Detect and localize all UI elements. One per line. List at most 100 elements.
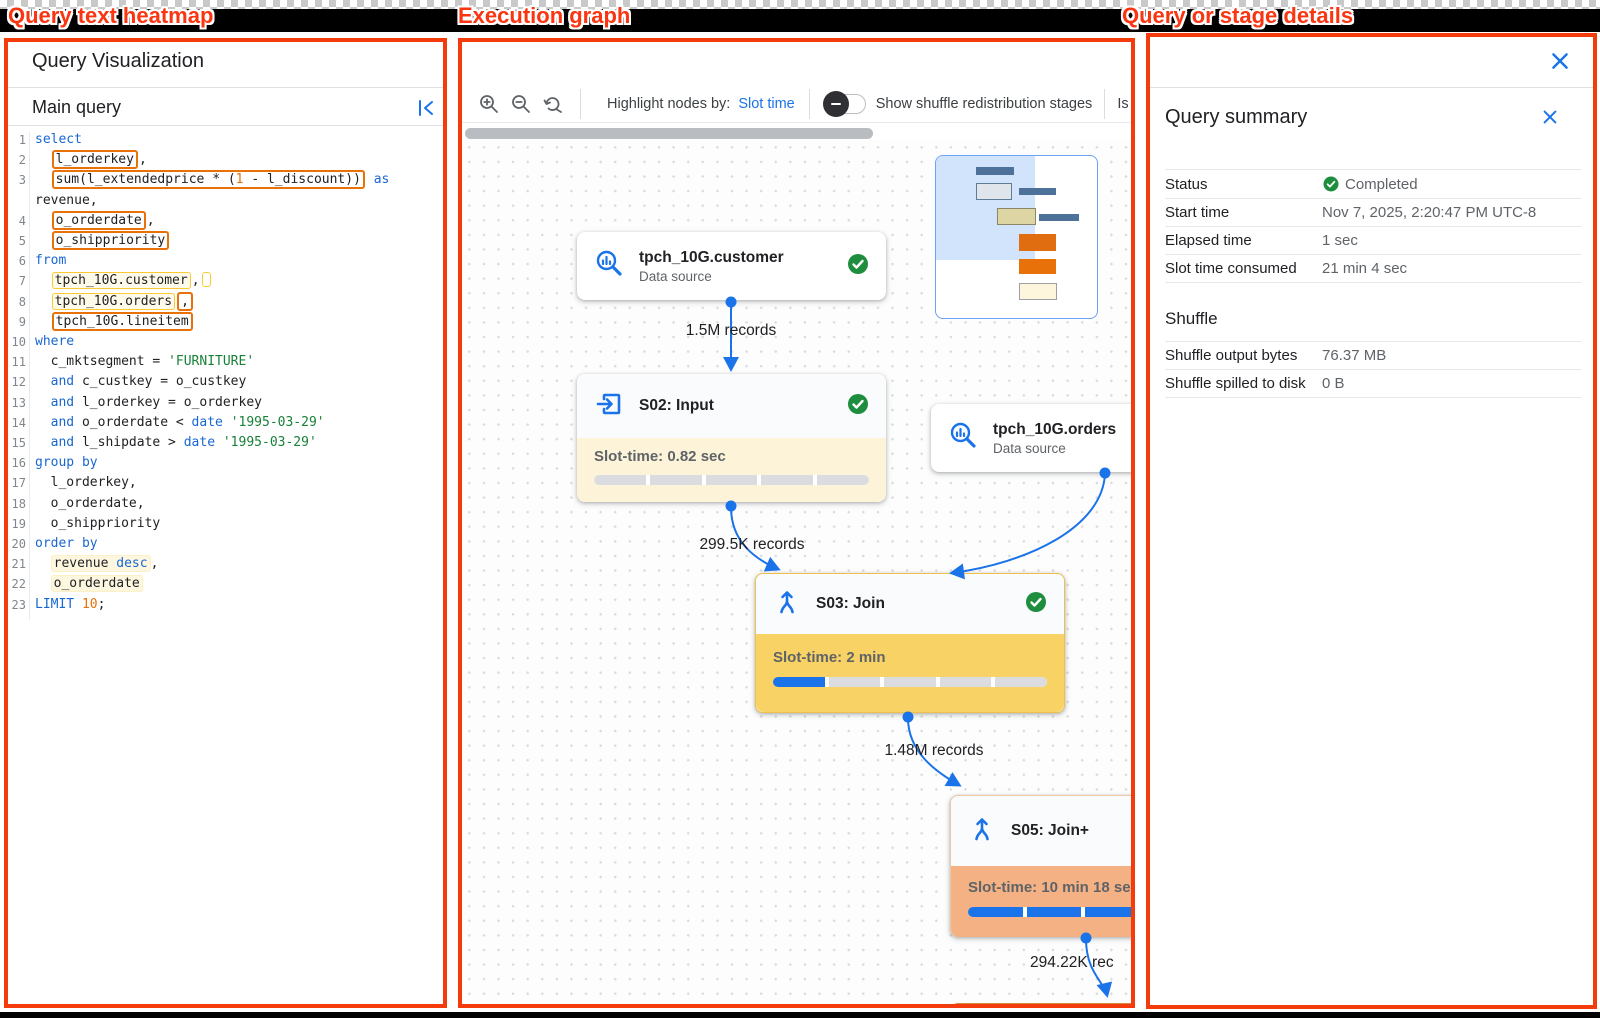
execution-graph-panel: Highlight nodes by: Slot time Show shuff… <box>458 38 1135 1008</box>
slot-time-text: Slot-time: 10 min 18 sec <box>968 879 1131 896</box>
annotation-label-execution-graph: Execution graph <box>458 3 630 29</box>
input-stage-icon <box>593 388 625 425</box>
node-tpch10g-customer[interactable]: tpch_10G.customer Data source <box>577 232 886 300</box>
divider <box>8 125 443 126</box>
summary-row: Start timeNov 7, 2025, 2:20:47 PM UTC-8 <box>1165 198 1581 226</box>
line-number: 11 <box>8 352 26 372</box>
data-source-icon <box>593 248 625 285</box>
execution-graph-canvas[interactable]: 1.5M records 299.5K records 1.48M record… <box>462 140 1131 1004</box>
row-label: Elapsed time <box>1165 232 1322 249</box>
code-line: 8 tpch_10G.orders, <box>8 292 443 312</box>
row-value: 21 min 4 sec <box>1322 260 1407 277</box>
gutter-divider <box>29 132 30 620</box>
annotation-label-query-text-heatmap: Query text heatmap <box>8 3 213 29</box>
row-label: Status <box>1165 176 1322 193</box>
highlight-mode-link[interactable]: Slot time <box>738 96 794 112</box>
zoom-reset-icon[interactable] <box>542 93 564 115</box>
code-line: 12 and c_custkey = o_custkey <box>8 372 443 392</box>
bottom-black-strip <box>0 1012 1600 1018</box>
horizontal-scrollbar[interactable] <box>465 128 873 139</box>
toolbar-divider <box>1104 89 1105 119</box>
line-number: 23 <box>8 595 26 615</box>
minimap-node <box>976 167 1014 175</box>
node-s03-join[interactable]: S03: Join Slot-time: 2 min <box>755 573 1065 713</box>
node-subtitle: Data source <box>639 269 784 284</box>
row-value: 76.37 MB <box>1322 347 1386 364</box>
code-line: 10where <box>8 332 443 352</box>
show-shuffle-label: Show shuffle redistribution stages <box>876 96 1093 112</box>
line-number: 7 <box>8 271 26 291</box>
row-label: Shuffle output bytes <box>1165 347 1322 364</box>
heatmap-warm-box: tpch_10G.customer <box>52 272 191 289</box>
line-number: 14 <box>8 413 26 433</box>
minimap-node <box>1019 283 1057 300</box>
code-line: 21 revenue desc, <box>8 554 443 574</box>
divider <box>8 87 443 88</box>
zoom-in-icon[interactable] <box>478 93 500 115</box>
heatmap-warm-box: tpch_10G.orders <box>52 293 175 310</box>
code-line: 19 o_shippriority <box>8 514 443 534</box>
line-number <box>8 191 26 211</box>
data-source-icon <box>947 420 979 457</box>
status-check-icon <box>846 252 870 281</box>
panel-title: Query Visualization <box>32 50 204 73</box>
line-number: 2 <box>8 150 26 170</box>
heatmap-hot-box: sum(l_extendedprice * (1 - l_discount)) <box>52 170 365 189</box>
node-subtitle: Data source <box>993 441 1116 456</box>
code-line: 3 sum(l_extendedprice * (1 - l_discount)… <box>8 170 443 190</box>
line-number: 8 <box>8 292 26 312</box>
line-number: 4 <box>8 211 26 231</box>
collapse-left-icon[interactable] <box>415 97 437 119</box>
node-s02-input[interactable]: S02: Input Slot-time: 0.82 sec <box>577 374 886 502</box>
edge-label-records: 299.5K records <box>682 536 822 554</box>
row-value: 1 sec <box>1322 232 1358 249</box>
line-number: 16 <box>8 453 26 473</box>
line-number: 17 <box>8 473 26 493</box>
edge-label-records: 1.5M records <box>661 322 801 340</box>
summary-row: StatusCompleted <box>1165 169 1581 198</box>
node-title: S05: Join+ <box>1011 822 1089 840</box>
node-s05-join[interactable]: S05: Join+ Slot-time: 10 min 18 sec <box>950 795 1131 937</box>
shuffle-table: Shuffle output bytes76.37 MBShuffle spil… <box>1165 341 1581 398</box>
minimap-node <box>1019 259 1056 274</box>
join-stage-icon <box>772 587 802 622</box>
details-header-row <box>1150 37 1593 88</box>
zoom-out-icon[interactable] <box>510 93 532 115</box>
heatmap-hot-box: o_shippriority <box>52 231 170 250</box>
slot-time-bar <box>594 475 869 485</box>
node-title: tpch_10G.customer <box>639 249 784 267</box>
close-icon[interactable] <box>1549 50 1571 72</box>
clipped-toolbar-text: Is th <box>1117 96 1135 112</box>
node-title: S02: Input <box>639 397 714 415</box>
line-number: 18 <box>8 494 26 514</box>
line-number: 5 <box>8 231 26 251</box>
row-label: Slot time consumed <box>1165 260 1322 277</box>
node-title: S03: Join <box>816 595 885 613</box>
node-next-stage-clipped[interactable] <box>950 1003 1131 1004</box>
node-tpch10g-orders[interactable]: tpch_10G.orders Data source <box>931 404 1131 472</box>
status-check-icon <box>1024 590 1048 619</box>
code-line: 6from <box>8 251 443 271</box>
code-line: 7 tpch_10G.customer, <box>8 271 443 291</box>
code-line: 13 and l_orderkey = o_orderkey <box>8 393 443 413</box>
code-line: 23LIMIT 10; <box>8 595 443 615</box>
code-line: 5 o_shippriority <box>8 231 443 251</box>
join-stage-icon <box>967 814 997 849</box>
close-icon[interactable] <box>1541 108 1559 126</box>
line-number: 12 <box>8 372 26 392</box>
edge-label-records: 294.22K rec <box>1030 954 1114 972</box>
code-line: 17 l_orderkey, <box>8 473 443 493</box>
line-number: 6 <box>8 251 26 271</box>
graph-minimap[interactable] <box>935 155 1098 319</box>
minimap-node <box>976 183 1012 200</box>
show-shuffle-toggle[interactable] <box>826 94 866 114</box>
line-number: 22 <box>8 574 26 594</box>
main-query-section-title: Main query <box>32 97 121 118</box>
line-number: 15 <box>8 433 26 453</box>
annotation-label-query-or-stage-details: Query or stage details <box>1122 3 1353 29</box>
slot-time-bar <box>968 907 1131 917</box>
sql-code-editor: 1select2 l_orderkey,3 sum(l_extendedpric… <box>8 130 443 1004</box>
minimap-node <box>1019 188 1056 195</box>
line-number: 19 <box>8 514 26 534</box>
code-line: 4 o_orderdate, <box>8 211 443 231</box>
